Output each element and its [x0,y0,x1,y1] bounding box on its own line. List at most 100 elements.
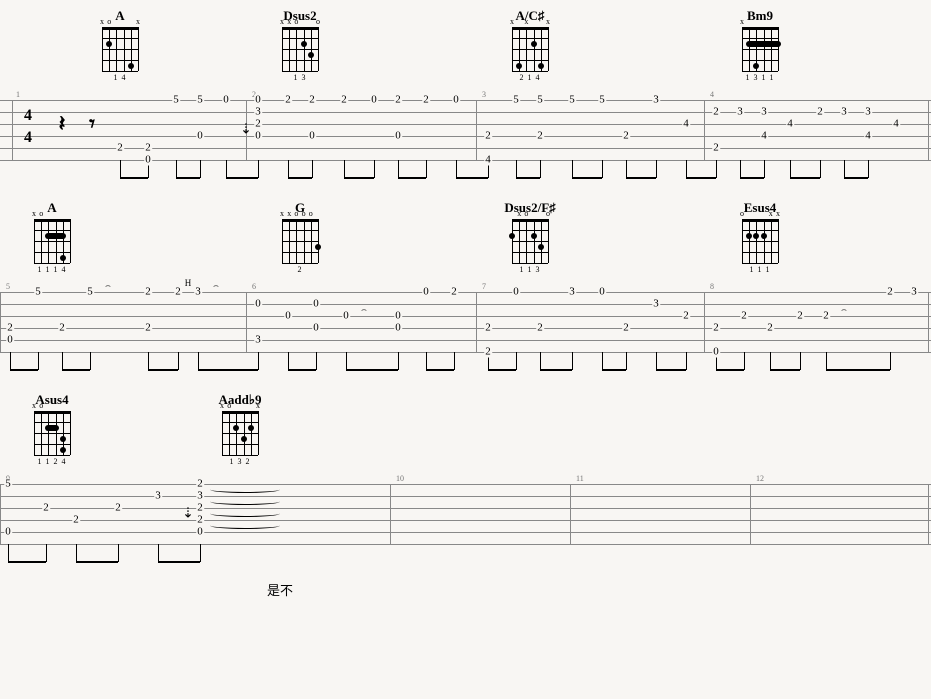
system-row: Axo1 1 1 4Gxxooo2Dsus2/F♯xoo1 1 3Esus4ox… [0,200,931,352]
tab-note: 5 [598,95,606,106]
tab-note: 0 [254,299,262,310]
chord-name: A/C♯ [516,8,545,24]
tab-note: 4 [892,119,900,130]
timesig-bottom: 4 [24,130,32,146]
tab-note: 2 [886,287,894,298]
tab-note: 2 [712,323,720,334]
tab-note: 2 [484,131,492,142]
tab-note: 5 [196,95,204,106]
tab-note: 2 [796,311,804,322]
tab-note: 2 [422,95,430,106]
chord-row: Asus4xo1 1 2 4Aadd♭9xox1 3 2 [0,392,931,472]
tab-note: 0 [422,287,430,298]
measure-number: 3 [482,90,486,99]
chord-name: A [115,8,124,24]
chord-diagram: Esus4oxx1 1 1 [720,200,800,274]
tab-note: 0 [254,131,262,142]
chord-row: Axox1 4Dsus2xxoo1 3A/C♯xxx2 1 4Bm9x1 3 1… [0,8,931,88]
tab-note: 2 [116,143,124,154]
tab-note: 2 [394,95,402,106]
tab-note: 5 [512,95,520,106]
tab-note: 5 [172,95,180,106]
tab-note: 4 [864,131,872,142]
tab-note: 2 [816,107,824,118]
tab-note: 2 [284,95,292,106]
tab-note: 0 [394,311,402,322]
tab-note: 2 [622,323,630,334]
chord-fingering: 1 1 1 [750,265,771,274]
system-row: Asus4xo1 1 2 4Aadd♭9xox1 3 2910111250222… [0,392,931,544]
tab-note: 4 [682,119,690,130]
chord-fingering: 1 1 2 4 [38,457,67,466]
tab-note: 2 [712,107,720,118]
chord-diagram: Gxxooo2 [260,200,340,274]
tab-staff: 91011125022232⇣3220是不 [0,484,931,544]
fretboard: xoo [512,219,548,263]
fretboard: oxx [742,219,778,263]
tab-note: 3 [194,287,202,298]
measure-number: 12 [756,474,764,483]
chord-fingering: 1 3 2 [230,457,251,466]
tab-note: 4 [484,155,492,166]
tie [210,498,280,505]
tab-note: 2 [144,323,152,334]
tie [210,486,280,493]
system-row: Axox1 4Dsus2xxoo1 3A/C♯xxx2 1 4Bm9x1 3 1… [0,8,931,160]
chord-name: A [47,200,56,216]
tab-note: 0 [308,131,316,142]
chord-diagram: A/C♯xxx2 1 4 [490,8,570,82]
tab-note: 5 [86,287,94,298]
chord-diagram: Bm9x1 3 1 1 [720,8,800,82]
tab-note: 3 [864,107,872,118]
tab-note: 2 [6,323,14,334]
tab-note: 3 [568,287,576,298]
tab-note: 2 [740,311,748,322]
tab-note: 0 [196,527,204,538]
chord-diagram: Asus4xo1 1 2 4 [12,392,92,466]
tab-note: 0 [394,131,402,142]
measure-number: 5 [6,282,10,291]
tab-note: 0 [196,131,204,142]
tab-note: 0 [6,335,14,346]
tab-note: 2 [254,119,262,130]
fretboard: xox [222,411,258,455]
timesig-top: 4 [24,108,32,124]
tab-note: 0 [312,299,320,310]
chord-row: Axo1 1 1 4Gxxooo2Dsus2/F♯xoo1 1 3Esus4ox… [0,200,931,280]
tab-note: 0 [342,311,350,322]
tab-note: 2 [484,347,492,358]
fretboard: xox [102,27,138,71]
tab-note: 0 [284,311,292,322]
tab-note: 2 [42,503,50,514]
tab-note: 2 [622,131,630,142]
rest: 𝄾 [89,111,95,137]
tab-note: 2 [536,323,544,334]
lyric: 是不 [267,580,293,599]
tab-staff: 123444𝄽𝄾22055000⇣32022020202024552552342… [0,100,931,160]
tab-note: 3 [154,491,162,502]
chord-diagram: Aadd♭9xox1 3 2 [200,392,280,466]
fretboard: xxooo [282,219,318,263]
chord-fingering: 1 4 [114,73,127,82]
tab-note: 2 [144,143,152,154]
tab-note: 2 [196,479,204,490]
measure-number: 6 [252,282,256,291]
tie [210,510,280,517]
tab-note: 2 [174,287,182,298]
tab-note: 2 [766,323,774,334]
tab-note: 5 [4,479,12,490]
tab-note: 2 [536,131,544,142]
fretboard: xo [34,219,70,263]
tab-note: 2 [822,311,830,322]
tab-note: 0 [452,95,460,106]
tab-note: 0 [254,95,262,106]
chord-name: Bm9 [747,8,773,24]
tie [210,522,280,529]
tab-note: 0 [370,95,378,106]
chord-fingering: 1 1 1 4 [38,265,67,274]
tab-note: 5 [536,95,544,106]
chord-fingering: 2 [298,265,303,274]
tab-note: 2 [196,515,204,526]
tab-note: 3 [652,95,660,106]
tab-note: 3 [840,107,848,118]
